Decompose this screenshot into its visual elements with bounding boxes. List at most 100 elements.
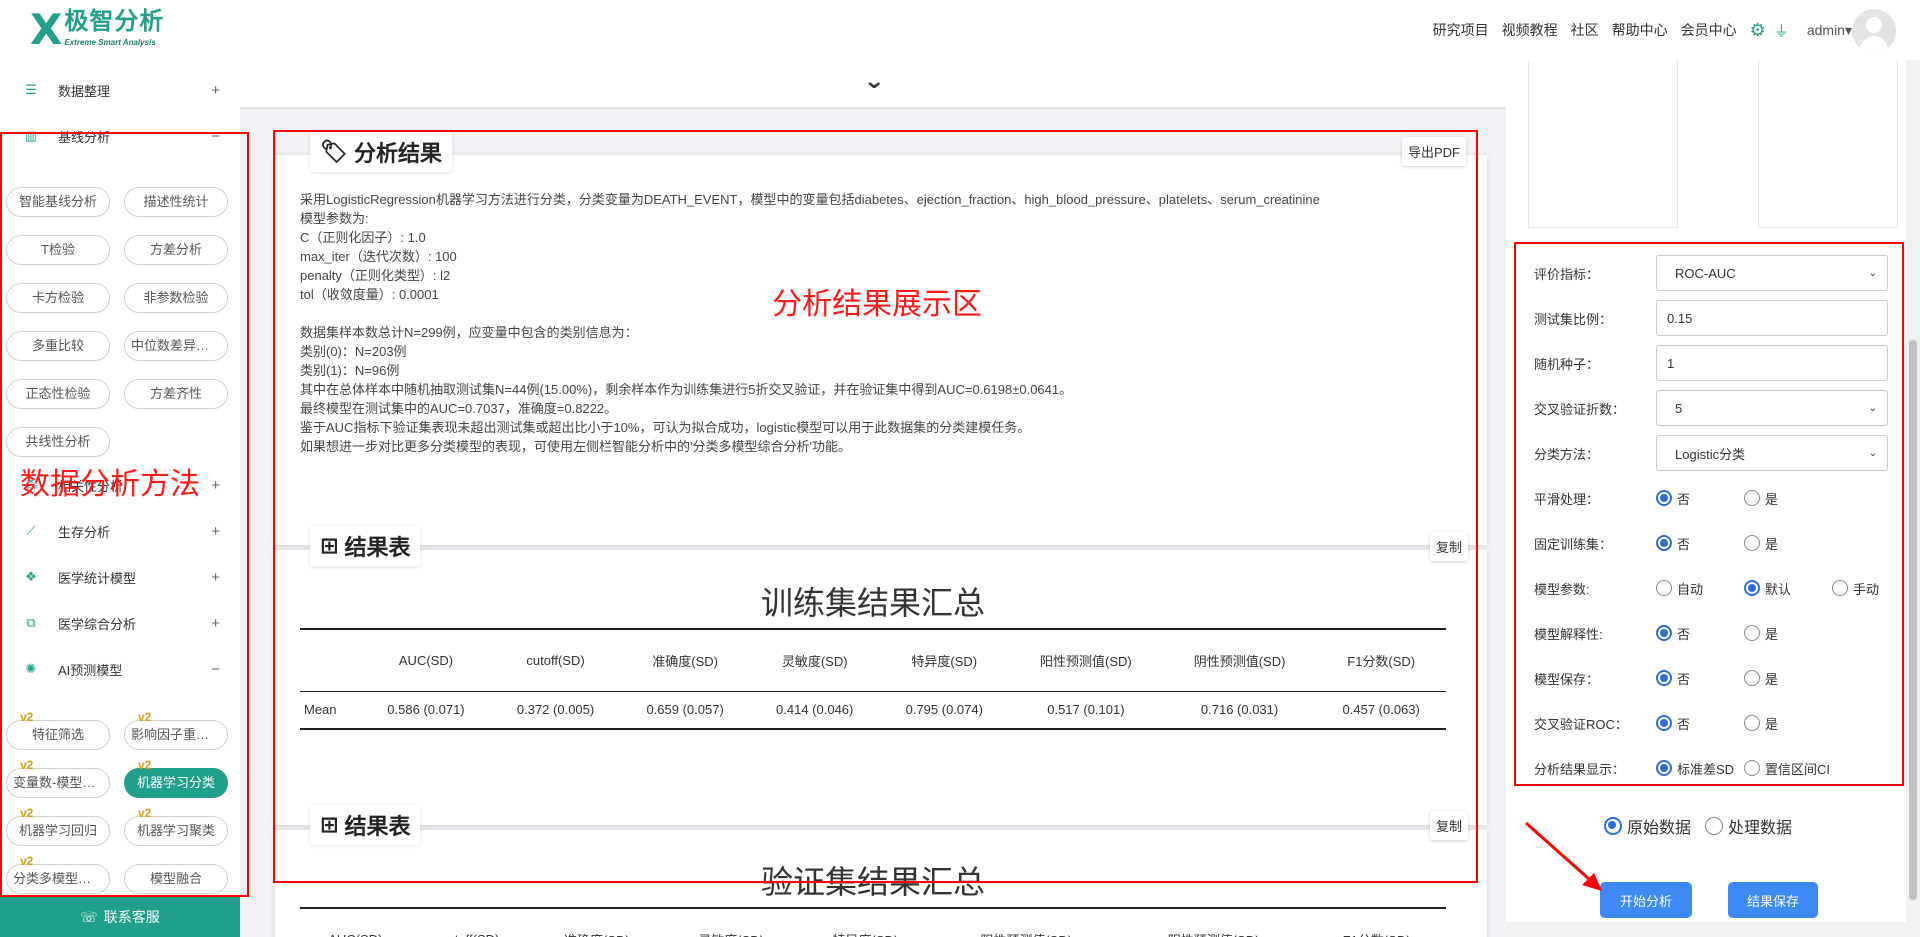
avatar[interactable] <box>1852 9 1896 53</box>
method-ml-classification[interactable]: 机器学习分类 <box>124 768 228 798</box>
param-smooth: 平滑处理： 否 是 <box>1534 480 1888 516</box>
nav-research-projects[interactable]: 研究项目 <box>1433 20 1489 40</box>
sidebar-item-medical-stats[interactable]: ❖ 医学统计模型 + <box>0 557 240 597</box>
expand-icon[interactable]: + <box>211 569 220 586</box>
cv-folds-select[interactable]: 5 ⌄ <box>1656 390 1888 426</box>
horizontal-scrollbar[interactable] <box>1506 922 1906 937</box>
contact-support-label: 联系客服 <box>103 909 160 925</box>
sidebar-item-survival[interactable]: ⟋ 生存分析 + <box>0 511 240 551</box>
method-chi-square[interactable]: 卡方检验 <box>6 283 110 313</box>
version-badge: v2 <box>20 854 34 868</box>
method-anova[interactable]: 方差分析 <box>124 235 228 265</box>
nav-member-center[interactable]: 会员中心 <box>1681 20 1737 40</box>
copy-button[interactable]: 复制 <box>1430 811 1469 840</box>
raw-data-radio[interactable]: 原始数据 <box>1604 814 1691 838</box>
method-median-diff[interactable]: 中位数差异检验 <box>124 331 228 361</box>
nav-community[interactable]: 社区 <box>1571 20 1599 40</box>
expand-icon[interactable]: + <box>211 477 220 494</box>
display-sd-radio[interactable]: 标准差SD <box>1656 759 1744 778</box>
collapse-icon[interactable]: − <box>211 661 220 678</box>
collapse-icon[interactable]: − <box>211 128 220 145</box>
sidebar-item-ai-models[interactable]: ✺ AI预测模型 − <box>0 649 240 689</box>
bar-chart-icon: ▥ <box>24 128 38 143</box>
save-model-yes-radio[interactable]: 是 <box>1744 669 1778 688</box>
explain-no-radio[interactable]: 否 <box>1656 624 1744 643</box>
analysis-result-text: 采用LogisticRegression机器学习方法进行分类，分类变量为DEAT… <box>300 192 1320 454</box>
method-multiple-comparison[interactable]: 多重比较 <box>6 331 110 361</box>
method-smart-baseline[interactable]: 智能基线分析 <box>6 187 110 217</box>
param-display: 分析结果显示： 标准差SD 置信区间CI <box>1534 750 1888 786</box>
method-t-test[interactable]: T检验 <box>6 235 110 265</box>
method-nonparametric[interactable]: 非参数检验 <box>124 283 228 313</box>
expand-icon[interactable]: + <box>211 615 220 632</box>
test-ratio-input[interactable]: 0.15 <box>1656 300 1888 336</box>
annotation-arrow <box>1525 821 1602 891</box>
variable-list-right[interactable] <box>1758 60 1898 228</box>
fixed-train-no-radio[interactable]: 否 <box>1656 534 1744 553</box>
display-ci-radio[interactable]: 置信区间CI <box>1744 759 1830 778</box>
method-multi-model[interactable]: 分类多模型综合分析 <box>6 864 110 894</box>
method-ml-regression[interactable]: 机器学习回归 <box>6 816 110 846</box>
filter-icon[interactable]: ⏚ <box>1774 20 1789 41</box>
nav-video-tutorials[interactable]: 视频教程 <box>1502 20 1558 40</box>
cv-roc-yes-radio[interactable]: 是 <box>1744 714 1778 733</box>
model-params-auto-radio[interactable]: 自动 <box>1656 579 1744 598</box>
annotation-results-label: 分析结果展示区 <box>772 288 982 321</box>
save-model-no-radio[interactable]: 否 <box>1656 669 1744 688</box>
expand-icon[interactable]: + <box>211 523 220 540</box>
top-nav: 研究项目 视频教程 社区 帮助中心 会员中心 ⚙ ⏚ admin▾ <box>1420 0 1852 60</box>
method-ml-clustering[interactable]: 机器学习聚类 <box>124 816 228 846</box>
method-homogeneity[interactable]: 方差齐性 <box>124 379 228 409</box>
method-normality[interactable]: 正态性检验 <box>6 379 110 409</box>
data-source-group: 原始数据 处理数据 <box>1604 814 1792 838</box>
table-icon: ⊞ <box>320 812 339 837</box>
variable-list-left[interactable] <box>1528 60 1678 228</box>
method-select[interactable]: Logistic分类 ⌄ <box>1656 435 1888 471</box>
method-vars-performance[interactable]: 变量数-模型性能 <box>6 768 110 798</box>
param-eval-metric: 评价指标： ROC-AUC ⌄ <box>1534 255 1888 291</box>
table-row: Mean 0.586 (0.071) 0.372 (0.005) 0.659 (… <box>300 691 1446 730</box>
vertical-scrollbar[interactable] <box>1906 60 1920 937</box>
method-model-fusion[interactable]: 模型融合 <box>124 864 228 894</box>
eval-metric-select[interactable]: ROC-AUC ⌄ <box>1656 255 1888 291</box>
collapse-bar[interactable]: ⌄ <box>240 60 1506 107</box>
smooth-yes-radio[interactable]: 是 <box>1744 489 1778 508</box>
copy-button[interactable]: 复制 <box>1430 532 1469 561</box>
sidebar-item-label: 医学综合分析 <box>58 616 137 632</box>
save-result-button[interactable]: 结果保存 <box>1728 882 1818 918</box>
gear-icon[interactable]: ⚙ <box>1750 20 1766 41</box>
expand-icon[interactable]: + <box>211 82 220 99</box>
contact-support-button[interactable]: ☏ 联系客服 <box>0 897 240 937</box>
chevron-down-icon: ⌄ <box>1868 447 1877 459</box>
sidebar-item-medical-comprehensive[interactable]: ⧉ 医学综合分析 + <box>0 603 240 643</box>
smooth-no-radio[interactable]: 否 <box>1656 489 1744 508</box>
nav-help-center[interactable]: 帮助中心 <box>1612 20 1668 40</box>
model-params-manual-radio[interactable]: 手动 <box>1832 579 1879 598</box>
random-seed-input[interactable]: 1 <box>1656 345 1888 381</box>
export-pdf-button[interactable]: 导出PDF <box>1402 137 1467 166</box>
user-menu[interactable]: admin▾ <box>1807 22 1852 39</box>
main-content: ⌄ 🏷 分析结果 导出PDF 采用LogisticRegression机器学习方… <box>240 60 1506 937</box>
method-factor-importance[interactable]: 影响因子重要性 <box>124 720 228 750</box>
version-badge: v2 <box>138 710 152 724</box>
analysis-result-title: 🏷 分析结果 <box>310 132 452 172</box>
sidebar-item-baseline[interactable]: ▥ 基线分析 − <box>0 116 240 156</box>
sidebar-item-data-prep[interactable]: ☰ 数据整理 + <box>0 70 240 110</box>
param-cv-folds: 交叉验证折数： 5 ⌄ <box>1534 390 1888 426</box>
processed-data-radio[interactable]: 处理数据 <box>1705 814 1792 838</box>
method-collinearity[interactable]: 共线性分析 <box>6 427 110 457</box>
start-analysis-button[interactable]: 开始分析 <box>1600 882 1692 918</box>
chevron-down-icon: ⌄ <box>1868 267 1877 279</box>
cv-roc-no-radio[interactable]: 否 <box>1656 714 1744 733</box>
model-params-default-radio[interactable]: 默认 <box>1744 579 1832 598</box>
headset-icon: ☏ <box>80 908 98 925</box>
logo[interactable]: X 极智分析 Extreme Smart Analysis <box>30 8 164 52</box>
fixed-train-yes-radio[interactable]: 是 <box>1744 534 1778 553</box>
list-icon: ☰ <box>25 82 37 97</box>
version-badge: v2 <box>138 806 152 820</box>
method-descriptive[interactable]: 描述性统计 <box>124 187 228 217</box>
double-chevron-down-icon[interactable]: ⌄ <box>863 70 885 92</box>
explain-yes-radio[interactable]: 是 <box>1744 624 1778 643</box>
method-feature-selection[interactable]: 特征筛选 <box>6 720 110 750</box>
valid-summary-title: 验证集结果汇总 <box>760 864 985 900</box>
